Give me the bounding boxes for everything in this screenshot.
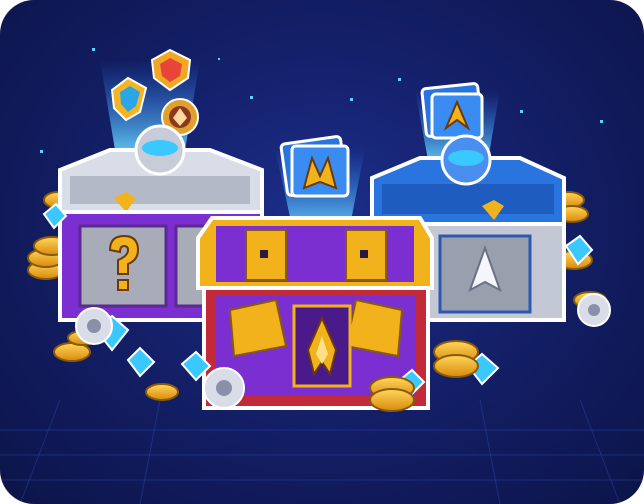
ship-card-icon: [279, 135, 350, 198]
gear-icon: [203, 367, 245, 409]
game-scene: [0, 0, 644, 504]
gear-icon: [577, 293, 611, 327]
floor-grid: [0, 399, 644, 504]
loot-chest-illustration: [0, 48, 644, 504]
ship-card-icon: [420, 82, 484, 140]
gear-icon: [75, 307, 113, 345]
gold-coin-icon: [433, 340, 479, 378]
